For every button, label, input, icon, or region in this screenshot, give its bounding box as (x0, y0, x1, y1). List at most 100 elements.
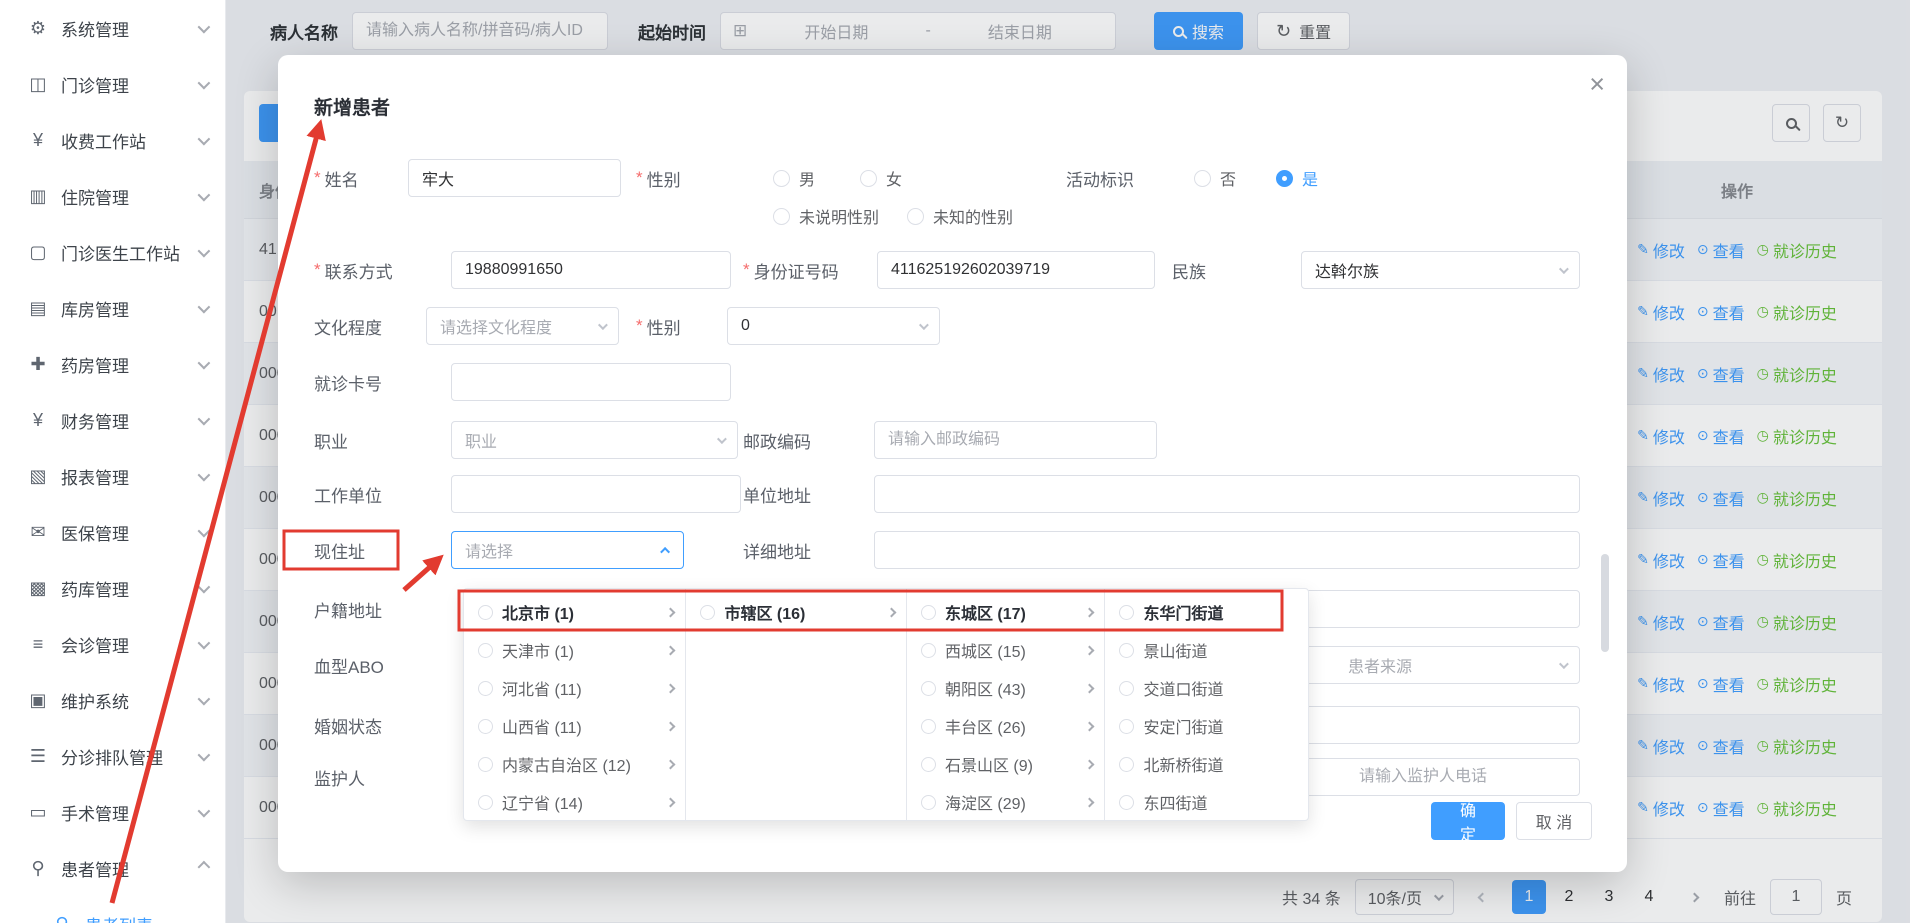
sidebar-item-consultation-mgmt[interactable]: ≡ 会诊管理 (0, 616, 225, 672)
sidebar-item-insurance-mgmt[interactable]: ✉ 医保管理 (0, 504, 225, 560)
sidebar-item-outpatient-doctor-workstation[interactable]: ▢ 门诊医生工作站 (0, 224, 225, 280)
gender-radio-unspecified[interactable]: 未说明性别 (773, 197, 879, 235)
cancel-button[interactable]: 取 消 (1516, 802, 1592, 840)
visit-history-link[interactable]: ◷ 就诊历史 (1757, 796, 1837, 820)
edit-link[interactable]: ✎ 修改 (1637, 734, 1685, 758)
cascader-province-option[interactable]: 辽宁省 (14) (464, 783, 685, 820)
view-link[interactable]: ⊙ 查看 (1697, 548, 1745, 572)
sidebar-item-patient-list[interactable]: ⚲ 患者列表 (0, 896, 225, 923)
gender-radio-female[interactable]: 女 (860, 159, 902, 197)
sidebar-item-warehouse-mgmt[interactable]: ▤ 库房管理 (0, 280, 225, 336)
view-link[interactable]: ⊙ 查看 (1697, 238, 1745, 262)
sidebar-item-report-mgmt[interactable]: ▧ 报表管理 (0, 448, 225, 504)
cascader-province-option[interactable]: 北京市 (1) (464, 593, 685, 631)
edit-link[interactable]: ✎ 修改 (1637, 300, 1685, 324)
edit-link[interactable]: ✎ 修改 (1637, 796, 1685, 820)
sidebar-item-inpatient-mgmt[interactable]: ▥ 住院管理 (0, 168, 225, 224)
goto-page-input[interactable] (1770, 879, 1822, 915)
gender-radio-male[interactable]: 男 (773, 159, 815, 197)
view-link[interactable]: ⊙ 查看 (1697, 300, 1745, 324)
cascader-street-option[interactable]: 景山街道 (1105, 631, 1308, 669)
sidebar-item-outpatient-mgmt[interactable]: ◫ 门诊管理 (0, 56, 225, 112)
page-number-button[interactable]: 2 (1552, 880, 1586, 914)
view-link[interactable]: ⊙ 查看 (1697, 362, 1745, 386)
unit-address-input[interactable] (874, 475, 1580, 513)
view-link[interactable]: ⊙ 查看 (1697, 610, 1745, 634)
visit-history-link[interactable]: ◷ 就诊历史 (1757, 362, 1837, 386)
cascader-city-option[interactable]: 市辖区 (16) (686, 593, 905, 631)
cascader-district-option[interactable]: 石景山区 (9) (907, 745, 1105, 783)
visit-history-link[interactable]: ◷ 就诊历史 (1757, 238, 1837, 262)
cascader-district-option[interactable]: 丰台区 (26) (907, 707, 1105, 745)
visit-history-link[interactable]: ◷ 就诊历史 (1757, 424, 1837, 448)
search-button[interactable]: 搜索 (1154, 12, 1243, 50)
confirm-button[interactable]: 确 定 (1431, 802, 1505, 840)
detail-address-input[interactable] (874, 531, 1580, 569)
name-input[interactable] (408, 159, 621, 197)
active-flag-radio-yes[interactable]: 是 (1276, 159, 1318, 197)
education-select[interactable]: 请选择文化程度 (426, 307, 619, 345)
close-icon[interactable]: × (1589, 71, 1605, 98)
cascader-district-option[interactable]: 东城区 (17) (907, 593, 1105, 631)
occupation-select[interactable]: 职业 (451, 421, 738, 459)
sidebar-item-triage-queue-mgmt[interactable]: ☰ 分诊排队管理 (0, 728, 225, 784)
edit-link[interactable]: ✎ 修改 (1637, 548, 1685, 572)
visit-history-link[interactable]: ◷ 就诊历史 (1757, 486, 1837, 510)
cascader-street-option[interactable]: 交道口街道 (1105, 669, 1308, 707)
reset-button[interactable]: ↻ 重置 (1257, 12, 1350, 50)
edit-link[interactable]: ✎ 修改 (1637, 424, 1685, 448)
cascader-district-option[interactable]: 海淀区 (29) (907, 783, 1105, 820)
id-number-input[interactable] (877, 251, 1155, 289)
view-link[interactable]: ⊙ 查看 (1697, 424, 1745, 448)
next-page-button[interactable] (1680, 880, 1710, 914)
cascader-street-option[interactable]: 安定门街道 (1105, 707, 1308, 745)
view-link[interactable]: ⊙ 查看 (1697, 796, 1745, 820)
sidebar-item-drug-storage-mgmt[interactable]: ▩ 药库管理 (0, 560, 225, 616)
cascader-province-option[interactable]: 天津市 (1) (464, 631, 685, 669)
view-link[interactable]: ⊙ 查看 (1697, 486, 1745, 510)
visit-history-link[interactable]: ◷ 就诊历史 (1757, 672, 1837, 696)
page-number-button[interactable]: 1 (1512, 880, 1546, 914)
gender-select[interactable]: 0 (727, 307, 940, 345)
patient-name-input[interactable] (352, 12, 608, 50)
table-refresh-button[interactable]: ↻ (1823, 104, 1861, 142)
page-number-button[interactable]: 3 (1592, 880, 1626, 914)
patient-source-select[interactable]: 患者来源 (1301, 646, 1580, 684)
gender-radio-unknown[interactable]: 未知的性别 (907, 197, 1013, 235)
cascader-district-option[interactable]: 朝阳区 (43) (907, 669, 1105, 707)
guardian-phone-input[interactable] (1301, 758, 1580, 796)
date-range-picker[interactable]: ⊞ 开始日期 - 结束日期 (720, 12, 1116, 50)
work-unit-input[interactable] (451, 475, 741, 513)
edit-link[interactable]: ✎ 修改 (1637, 486, 1685, 510)
edit-link[interactable]: ✎ 修改 (1637, 362, 1685, 386)
sidebar-item-finance-mgmt[interactable]: ¥ 财务管理 (0, 392, 225, 448)
view-link[interactable]: ⊙ 查看 (1697, 734, 1745, 758)
cascader-province-option[interactable]: 河北省 (11) (464, 669, 685, 707)
sidebar-item-pharmacy-mgmt[interactable]: ✚ 药房管理 (0, 336, 225, 392)
sidebar-item-surgery-mgmt[interactable]: ▭ 手术管理 (0, 784, 225, 840)
cascader-province-option[interactable]: 山西省 (11) (464, 707, 685, 745)
cascader-district-option[interactable]: 西城区 (15) (907, 631, 1105, 669)
current-address-cascader[interactable]: 请选择 (451, 531, 684, 569)
prev-page-button[interactable] (1468, 880, 1498, 914)
cascader-street-option[interactable]: 北新桥街道 (1105, 745, 1308, 783)
cascader-street-option[interactable]: 东华门街道 (1105, 593, 1308, 631)
page-size-select[interactable]: 10条/页 (1355, 879, 1454, 915)
cascader-province-option[interactable]: 内蒙古自治区 (12) (464, 745, 685, 783)
edit-link[interactable]: ✎ 修改 (1637, 672, 1685, 696)
edit-link[interactable]: ✎ 修改 (1637, 238, 1685, 262)
table-search-button[interactable] (1772, 104, 1810, 142)
sidebar-item-system-mgmt[interactable]: ⚙ 系统管理 (0, 0, 225, 56)
visit-history-link[interactable]: ◷ 就诊历史 (1757, 300, 1837, 324)
active-flag-radio-no[interactable]: 否 (1194, 159, 1236, 197)
page-number-button[interactable]: 4 (1632, 880, 1666, 914)
sidebar-item-charging-workstation[interactable]: ¥ 收费工作站 (0, 112, 225, 168)
visit-history-link[interactable]: ◷ 就诊历史 (1757, 734, 1837, 758)
ethnicity-select[interactable]: 达斡尔族 (1301, 251, 1580, 289)
cascader-street-option[interactable]: 东四街道 (1105, 783, 1308, 820)
modal-scrollbar[interactable] (1601, 554, 1609, 652)
visit-card-input[interactable] (451, 363, 731, 401)
sidebar-item-maintenance-system[interactable]: ▣ 维护系统 (0, 672, 225, 728)
visit-history-link[interactable]: ◷ 就诊历史 (1757, 548, 1837, 572)
edit-link[interactable]: ✎ 修改 (1637, 610, 1685, 634)
